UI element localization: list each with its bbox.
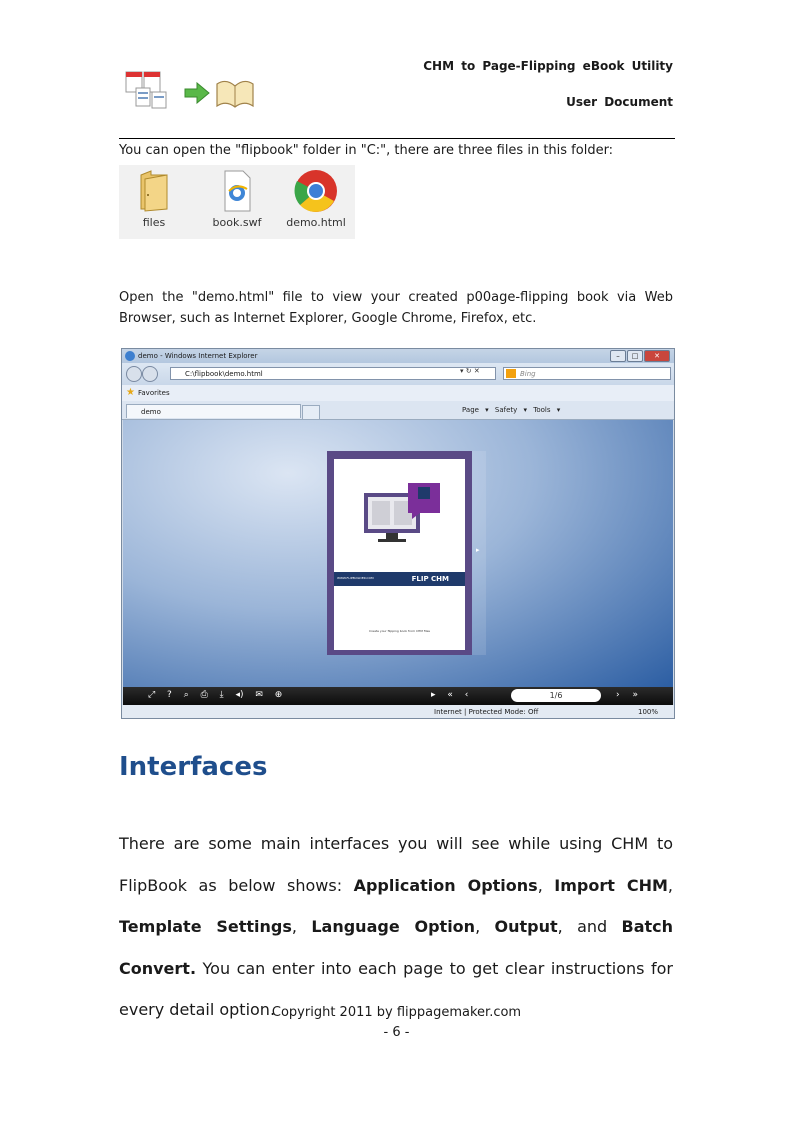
browser-screenshot: demo - Windows Internet Explorer – □ ✕ C…	[121, 348, 675, 719]
file-label: files	[142, 216, 166, 229]
folder-contents: files book.swf demo.html	[119, 165, 355, 239]
file-item[interactable]: demo.html	[281, 165, 351, 229]
tab-bar: demo Page ▾ Safety ▾ Tools ▾	[122, 401, 674, 420]
interfaces-paragraph: There are some main interfaces you will …	[119, 823, 673, 1031]
ie-icon	[125, 351, 135, 361]
interface-application-options: Application Options	[353, 875, 538, 895]
window-title: demo - Windows Internet Explorer	[138, 352, 258, 360]
chrome-icon	[294, 170, 337, 212]
pdf-documents-icon	[124, 70, 168, 110]
new-tab-button[interactable]	[302, 405, 320, 419]
forward-button[interactable]	[142, 366, 158, 382]
section-heading: Interfaces	[119, 752, 268, 782]
flipbook-toolbar: ⤢ ? ⌕ ⎙ ⤓ ◂) ✉ ⊕ ▸ « ‹ 1/6 › »	[123, 687, 673, 705]
separator: ,	[537, 875, 555, 895]
intro-paragraph: You can open the "flipbook" folder in "C…	[119, 143, 614, 158]
status-bar: Internet | Protected Mode: Off 100%	[122, 705, 674, 718]
footer-copyright: Copyright 2011 by flippagemaker.com	[271, 1005, 522, 1020]
address-bar-row: C:\flipbook\demo.html ▾ ↻ ✕ Bing	[122, 363, 674, 385]
separator: ,	[475, 917, 495, 936]
toolbar-nav-right[interactable]: › »	[616, 690, 638, 700]
cover-brand: FLIP CHM	[411, 575, 449, 583]
separator: , and	[557, 917, 622, 936]
page-indicator[interactable]: 1/6	[511, 689, 601, 702]
command-bar[interactable]: Page ▾ Safety ▾ Tools ▾	[462, 406, 560, 414]
open-book-icon	[214, 74, 256, 110]
cover-tagline: Create your flipping book from CHM files	[369, 629, 430, 633]
file-label: demo.html	[286, 216, 346, 229]
cover-band: WWW.FLIPBUILDER.COM FLIP CHM	[334, 572, 465, 586]
toolbar-icons[interactable]: ⤢ ? ⌕ ⎙ ⤓ ◂) ✉ ⊕	[148, 690, 282, 700]
cover-url: WWW.FLIPBUILDER.COM	[337, 576, 374, 580]
search-field[interactable]: Bing	[503, 367, 671, 380]
interface-output: Output	[494, 917, 558, 936]
monitor-illustration	[364, 483, 440, 542]
window-titlebar: demo - Windows Internet Explorer – □ ✕	[122, 349, 674, 363]
bing-icon	[506, 369, 516, 378]
next-page-edge[interactable]: ▸	[472, 451, 486, 655]
separator: ,	[667, 875, 674, 895]
close-button[interactable]: ✕	[644, 350, 670, 362]
refresh-stop-icons[interactable]: ▾ ↻ ✕	[460, 367, 480, 375]
flipbook-viewer: WWW.FLIPBUILDER.COM FLIP CHM Create your…	[123, 420, 673, 687]
folder-icon	[140, 170, 168, 212]
maximize-button[interactable]: □	[627, 350, 643, 362]
interface-language-option: Language Option	[311, 917, 476, 936]
arrow-right-icon	[184, 81, 210, 105]
file-item[interactable]: files	[119, 165, 189, 229]
address-field[interactable]: C:\flipbook\demo.html	[170, 367, 496, 380]
favorites-button[interactable]: Favorites	[138, 385, 170, 401]
tab-demo[interactable]: demo	[126, 404, 301, 418]
document-subtitle: User Document	[566, 95, 673, 109]
page-number: - 6 -	[383, 1025, 410, 1040]
book-cover[interactable]: WWW.FLIPBUILDER.COM FLIP CHM Create your…	[327, 451, 472, 655]
search-placeholder: Bing	[520, 370, 536, 378]
file-label: book.swf	[212, 216, 262, 229]
interface-template-settings: Template Settings	[119, 917, 292, 936]
star-icon: ★	[126, 387, 135, 398]
swf-file-icon	[224, 170, 251, 212]
header-divider	[119, 138, 675, 139]
open-instructions: Open the "demo.html" file to view your c…	[119, 290, 673, 326]
zoom-level[interactable]: 100%	[638, 705, 658, 718]
back-button[interactable]	[126, 366, 142, 382]
separator: ,	[291, 917, 312, 936]
security-status: Internet | Protected Mode: Off	[434, 708, 539, 716]
document-title: CHM to Page-Flipping eBook Utility	[423, 59, 673, 73]
minimize-button[interactable]: –	[610, 350, 626, 362]
file-item[interactable]: book.swf	[202, 165, 272, 229]
interface-import-chm: Import CHM	[554, 875, 668, 895]
toolbar-nav-left[interactable]: ▸ « ‹	[431, 690, 468, 700]
favorites-bar: ★ Favorites	[122, 385, 674, 401]
